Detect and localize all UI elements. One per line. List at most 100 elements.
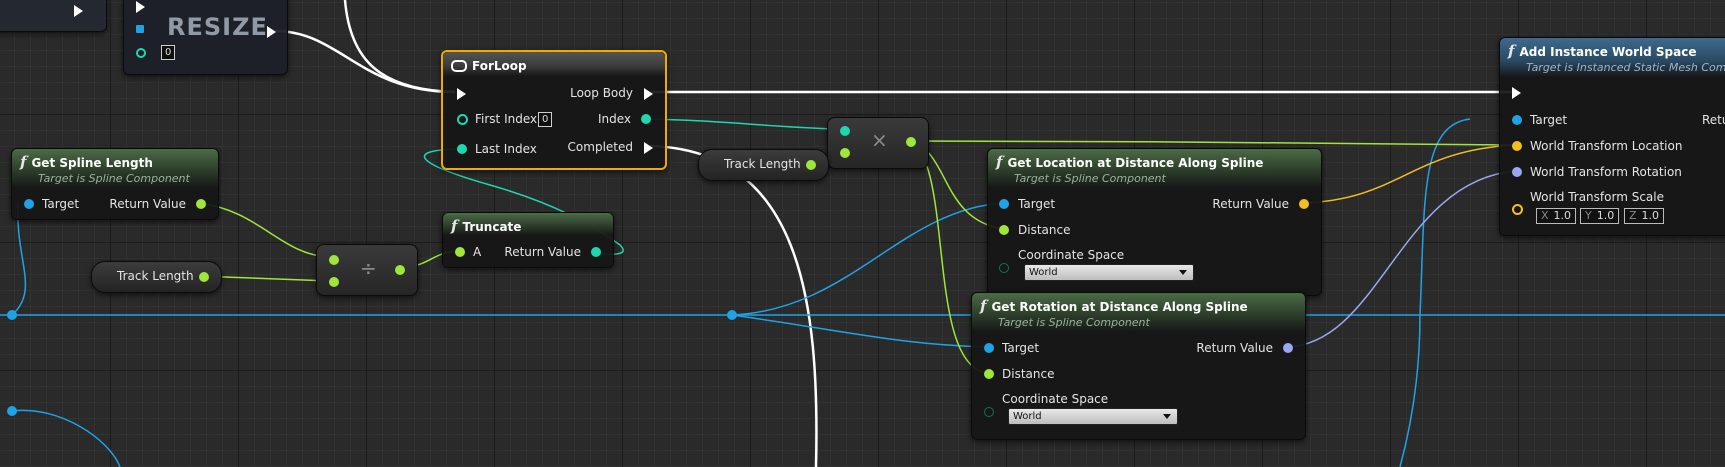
partial-node-clear[interactable] <box>0 0 107 32</box>
get-rotation-subtitle: Target is Spline Component <box>998 316 1150 329</box>
forloop-loop-body-pin[interactable] <box>644 88 653 100</box>
get-spline-length-subtitle: Target is Spline Component <box>38 172 190 185</box>
get-location-coordinate-pin[interactable] <box>999 263 1009 273</box>
get-spline-length-node[interactable]: f Get Spline Length Target is Spline Comp… <box>11 148 219 220</box>
divide-in-a-pin[interactable] <box>329 255 339 265</box>
track-length-2-pin[interactable] <box>806 160 816 170</box>
track-length-var-2[interactable]: Track Length <box>698 149 829 181</box>
add-instance-target-label: Target <box>1530 113 1568 127</box>
function-icon: f <box>20 153 27 171</box>
reroute-knot-mid[interactable] <box>727 310 737 320</box>
get-location-return-label: Return Value <box>1212 197 1289 211</box>
float-wire-mult-out <box>908 140 1513 146</box>
add-instance-scale-x[interactable]: X 1.0 <box>1536 208 1577 224</box>
multiply-out-pin[interactable] <box>906 137 916 147</box>
loop-icon <box>451 59 467 72</box>
truncate-title: Truncate <box>462 220 522 234</box>
get-rotation-target-label: Target <box>1002 341 1040 355</box>
track-length-var-1[interactable]: Track Length <box>91 261 222 293</box>
forloop-completed-label: Completed <box>567 140 633 154</box>
get-location-return-pin[interactable] <box>1299 199 1309 209</box>
truncate-a-pin[interactable] <box>455 247 465 257</box>
forloop-index-label: Index <box>597 112 631 126</box>
get-location-title: Get Location at Distance Along Spline <box>1007 156 1264 170</box>
int-wire-index <box>644 118 841 130</box>
truncate-node[interactable]: f Truncate A Return Value <box>442 212 614 268</box>
get-spline-length-return-label: Return Value <box>109 197 186 211</box>
add-instance-return-label: Retu <box>1702 113 1725 127</box>
get-rotation-return-label: Return Value <box>1196 341 1273 355</box>
scale-z-value: 1.0 <box>1641 209 1660 222</box>
add-instance-scale-y[interactable]: Y 1.0 <box>1580 208 1620 224</box>
exec-wire-completed <box>649 144 818 467</box>
resize-array-pin[interactable] <box>136 25 144 33</box>
resize-exec-out-pin[interactable] <box>267 26 276 38</box>
divide-in-b-pin[interactable] <box>329 277 339 287</box>
get-location-target-label: Target <box>1018 197 1056 211</box>
add-instance-subtitle: Target is Instanced Static Mesh Com <box>1526 61 1725 74</box>
add-instance-rotation-pin[interactable] <box>1512 167 1522 177</box>
multiply-in-a-pin[interactable] <box>840 126 850 136</box>
truncate-a-label: A <box>473 245 482 259</box>
resize-size-pin[interactable] <box>136 48 146 58</box>
get-rotation-distance-pin[interactable] <box>984 369 994 379</box>
chevron-down-icon <box>1179 270 1187 275</box>
reroute-knot-bottom[interactable] <box>7 406 17 416</box>
get-location-node[interactable]: f Get Location at Distance Along Spline T… <box>987 148 1322 296</box>
divide-symbol: ÷ <box>360 256 377 280</box>
add-instance-exec-in-pin[interactable] <box>1512 87 1521 99</box>
get-location-target-pin[interactable] <box>999 199 1009 209</box>
add-instance-node[interactable]: f Add Instance World Space Target is Inst… <box>1499 37 1725 236</box>
get-rotation-distance-label: Distance <box>1002 367 1055 381</box>
forloop-exec-in-pin[interactable] <box>457 88 466 100</box>
get-location-coordinate-dropdown[interactable]: World <box>1024 264 1194 281</box>
forloop-last-index-label: Last Index <box>475 142 537 156</box>
truncate-return-pin[interactable] <box>591 247 601 257</box>
get-rotation-coordinate-pin[interactable] <box>984 407 994 417</box>
divide-out-pin[interactable] <box>395 265 405 275</box>
resize-node[interactable]: RESIZE 0 <box>123 0 288 75</box>
add-instance-scale-z[interactable]: Z 1.0 <box>1624 208 1665 224</box>
get-rotation-target-pin[interactable] <box>984 343 994 353</box>
add-instance-location-label: World Transform Location <box>1530 139 1683 153</box>
resize-size-field[interactable]: 0 <box>161 45 176 60</box>
forloop-node[interactable]: ForLoop Loop Body First Index 0 Index La… <box>441 50 667 170</box>
exec-wire-top <box>343 0 456 94</box>
get-rotation-return-pin[interactable] <box>1283 343 1293 353</box>
forloop-first-index-field[interactable]: 0 <box>538 112 553 127</box>
get-location-distance-pin[interactable] <box>999 225 1009 235</box>
divide-node[interactable]: ÷ <box>316 244 418 296</box>
scale-x-value: 1.0 <box>1553 209 1572 222</box>
scale-z-label: Z <box>1629 209 1637 222</box>
add-instance-scale-pin[interactable] <box>1512 204 1523 215</box>
forloop-index-pin[interactable] <box>641 114 651 124</box>
function-icon: f <box>996 153 1003 171</box>
forloop-completed-pin[interactable] <box>644 142 653 154</box>
forloop-first-index-pin[interactable] <box>457 114 468 125</box>
get-spline-length-return-pin[interactable] <box>196 199 206 209</box>
track-length-1-pin[interactable] <box>199 272 209 282</box>
vector-wire-location <box>1301 144 1517 204</box>
scale-x-label: X <box>1541 209 1549 222</box>
get-location-distance-label: Distance <box>1018 223 1071 237</box>
forloop-last-index-pin[interactable] <box>457 144 467 154</box>
exec-out-pin[interactable] <box>74 5 83 17</box>
multiply-node[interactable]: × <box>827 117 929 169</box>
resize-exec-in-pin[interactable] <box>136 1 145 13</box>
add-instance-location-pin[interactable] <box>1512 141 1522 151</box>
get-rotation-coordinate-label: Coordinate Space <box>1002 392 1109 406</box>
get-location-subtitle: Target is Spline Component <box>1014 172 1166 185</box>
scale-y-label: Y <box>1585 209 1592 222</box>
add-instance-target-pin[interactable] <box>1512 115 1522 125</box>
get-location-coordinate-value: World <box>1029 267 1058 278</box>
get-spline-length-title: Get Spline Length <box>31 156 153 170</box>
get-rotation-node[interactable]: f Get Rotation at Distance Along Spline T… <box>971 292 1306 440</box>
get-spline-length-target-pin[interactable] <box>24 199 34 209</box>
get-rotation-coordinate-dropdown[interactable]: World <box>1008 408 1178 425</box>
scale-y-value: 1.0 <box>1596 209 1615 222</box>
truncate-return-label: Return Value <box>504 245 581 259</box>
object-wire-rot <box>731 314 989 348</box>
resize-title: RESIZE <box>167 13 268 41</box>
reroute-knot-left[interactable] <box>7 310 17 320</box>
multiply-in-b-pin[interactable] <box>840 148 850 158</box>
